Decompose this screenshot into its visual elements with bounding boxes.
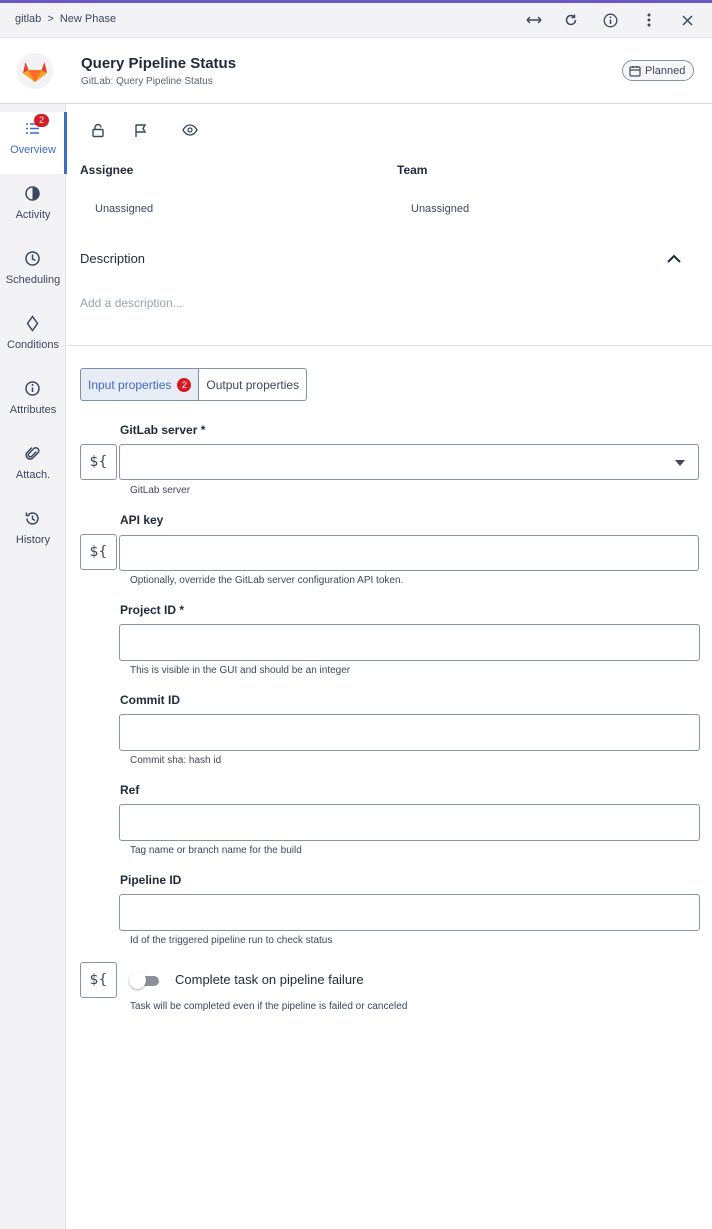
toggle-label: Complete task on pipeline failure [175,972,364,987]
page-title: Query Pipeline Status [81,55,237,72]
main-panel: Assignee Unassigned Team Unassigned Desc… [66,104,712,1229]
info-icon[interactable] [600,10,620,30]
refresh-icon[interactable] [561,10,581,30]
gitlab-server-label: GitLab server * [120,423,206,437]
description-input[interactable]: Add a description... [80,296,183,310]
breadcrumb: gitlab > New Phase [15,13,119,25]
task-header: Query Pipeline Status GitLab: Query Pipe… [0,38,712,104]
expand-horizontal-icon[interactable] [524,10,544,30]
pipeline-id-input[interactable] [119,894,700,931]
properties-tabs: Input properties 2 Output properties [80,368,308,401]
commit-id-input[interactable] [119,714,700,751]
gitlab-logo-icon [17,53,53,89]
section-divider [66,345,712,346]
ref-input[interactable] [119,804,700,841]
paperclip-icon [25,447,40,460]
tab-output-properties[interactable]: Output properties [199,368,308,401]
sidebar-item-label: Attributes [9,404,57,416]
sidebar-item-label: Conditions [7,339,59,351]
more-vertical-icon[interactable] [639,10,659,30]
expression-toggle-button[interactable]: ${ [80,444,117,480]
commit-id-helper: Commit sha: hash id [130,755,222,766]
lock-icon[interactable] [88,120,108,140]
assignee-label: Assignee [80,163,134,177]
overview-badge: 2 [34,114,49,127]
expression-toggle-button[interactable]: ${ [80,534,117,570]
pipeline-id-helper: Id of the triggered pipeline run to chec… [130,935,333,946]
project-id-label: Project ID * [120,603,185,617]
clock-icon [25,251,40,266]
project-id-input[interactable] [119,624,700,661]
calendar-icon [629,65,641,77]
toggle-helper: Task will be completed even if the pipel… [130,1001,408,1012]
team-value[interactable]: Unassigned [411,203,469,215]
top-bar: gitlab > New Phase [0,3,712,38]
sidebar-item-label: Attach. [15,469,51,481]
sidebar-item-scheduling[interactable]: Scheduling [0,242,66,304]
api-key-label: API key [120,513,164,527]
status-label: Planned [645,64,686,77]
gitlab-server-helper: GitLab server [130,485,191,496]
sidebar-item-label: History [15,534,51,546]
diamond-icon [26,315,39,332]
page-subtitle: GitLab: Query Pipeline Status [81,76,213,87]
sidebar-item-label: Activity [15,209,51,221]
toggle-knob [129,972,146,989]
pipeline-id-label: Pipeline ID [120,873,182,887]
commit-id-label: Commit ID [120,693,180,707]
pie-icon [25,186,40,201]
assignee-value[interactable]: Unassigned [95,203,153,215]
fail-on-pipeline-toggle[interactable] [129,972,161,989]
breadcrumb-item-gitlab[interactable]: gitlab [15,13,41,25]
info-icon [25,381,40,396]
tab-badge: 2 [177,377,192,392]
ref-helper: Tag name or branch name for the build [130,845,302,856]
project-id-helper: This is visible in the GUI and should be… [130,665,351,676]
gitlab-server-select[interactable] [119,444,699,480]
eye-icon[interactable] [180,120,200,140]
breadcrumb-item-current: New Phase [59,13,117,25]
sidebar-item-conditions[interactable]: Conditions [0,307,66,369]
chevron-up-icon[interactable] [666,251,684,267]
description-title: Description [80,251,146,266]
flag-icon[interactable] [131,120,151,140]
sidebar-item-history[interactable]: History [0,502,66,564]
tab-input-properties[interactable]: Input properties 2 [80,368,200,401]
expression-toggle-button[interactable]: ${ [80,962,117,998]
sidebar: 2 Overview Activity Scheduling Condition… [0,104,67,1229]
api-key-input[interactable] [119,535,699,571]
tab-label: Output properties [206,377,300,392]
breadcrumb-separator: > [47,13,54,25]
sidebar-item-label: Overview [10,144,56,156]
sidebar-item-activity[interactable]: Activity [0,177,66,239]
history-icon [25,512,39,525]
status-badge[interactable]: Planned [622,60,695,81]
sidebar-item-attributes[interactable]: Attributes [0,372,66,434]
close-icon[interactable] [677,10,697,30]
ref-label: Ref [120,783,140,797]
sidebar-item-label: Scheduling [5,274,61,286]
chevron-down-icon [675,460,685,466]
sidebar-item-overview[interactable]: 2 Overview [0,112,67,174]
team-label: Team [397,163,428,177]
tab-label: Input properties [88,377,172,392]
api-key-helper: Optionally, override the GitLab server c… [130,575,404,586]
sidebar-item-attachments[interactable]: Attach. [0,437,66,499]
